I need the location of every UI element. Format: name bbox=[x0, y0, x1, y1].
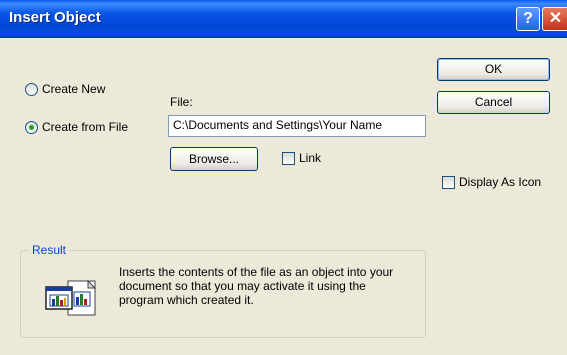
cancel-button[interactable]: Cancel bbox=[437, 91, 550, 114]
file-path-input[interactable]: C:\Documents and Settings\Your Name bbox=[168, 115, 426, 137]
display-as-icon-label[interactable]: Display As Icon bbox=[459, 175, 541, 189]
result-description: Inserts the contents of the file as an o… bbox=[119, 265, 394, 307]
create-new-label[interactable]: Create New bbox=[42, 82, 105, 96]
help-button[interactable]: ? bbox=[516, 7, 540, 31]
link-checkbox[interactable] bbox=[282, 152, 295, 165]
create-from-file-radio[interactable] bbox=[25, 121, 38, 134]
browse-button[interactable]: Browse... bbox=[170, 147, 258, 171]
display-as-icon-checkbox[interactable] bbox=[442, 176, 455, 189]
file-label: File: bbox=[170, 95, 193, 109]
create-from-file-label[interactable]: Create from File bbox=[42, 120, 128, 134]
insert-object-dialog: Insert Object ? ✕ Create New Create from… bbox=[0, 0, 567, 355]
insert-file-object-icon bbox=[45, 279, 97, 316]
ok-button[interactable]: OK bbox=[437, 58, 550, 81]
result-legend: Result bbox=[29, 243, 70, 257]
title-bar: Insert Object ? ✕ bbox=[0, 0, 567, 38]
close-button[interactable]: ✕ bbox=[542, 7, 567, 31]
dialog-title: Insert Object bbox=[9, 9, 101, 26]
create-new-radio[interactable] bbox=[25, 83, 38, 96]
link-label[interactable]: Link bbox=[299, 151, 321, 165]
